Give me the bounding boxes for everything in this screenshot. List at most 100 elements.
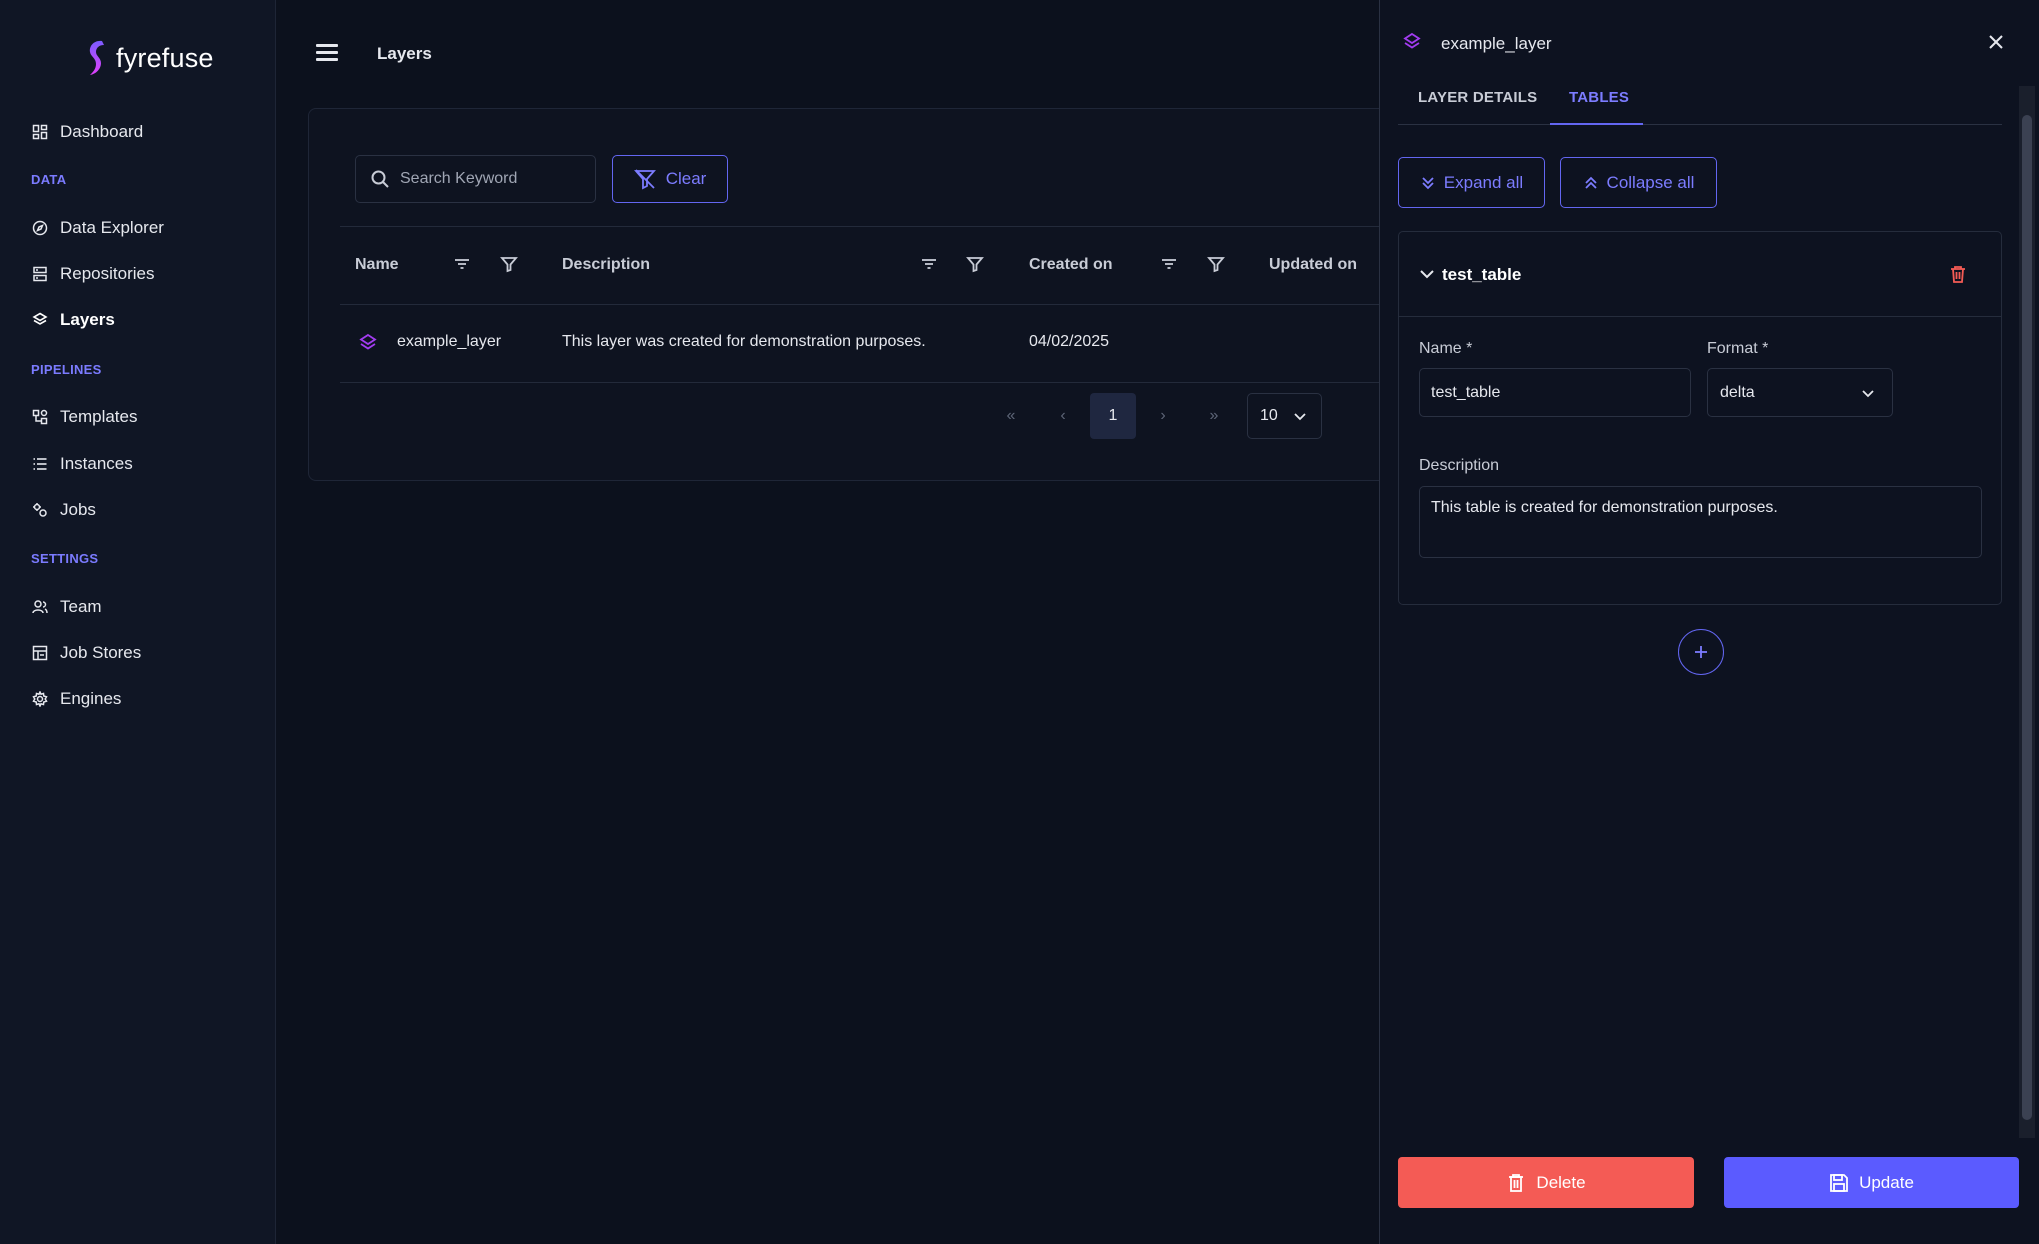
format-field-label: Format * [1707, 340, 1769, 357]
prev-page-button[interactable]: ‹ [1040, 393, 1086, 439]
clear-label: Clear [665, 169, 707, 188]
tab-layer-details[interactable]: LAYER DETAILS [1418, 89, 1537, 106]
expand-all-button[interactable]: Expand all [1398, 157, 1545, 208]
filter-clear-icon [633, 169, 656, 190]
sidebar-item-label: Repositories [60, 264, 155, 283]
add-table-button[interactable] [1678, 629, 1724, 675]
fyrefuse-logo-icon [89, 40, 104, 75]
store-icon [32, 645, 48, 661]
sidebar-item-label: Data Explorer [60, 218, 164, 237]
delete-label: Delete [1536, 1172, 1586, 1192]
collapse-all-button[interactable]: Collapse all [1560, 157, 1717, 208]
sort-icon[interactable] [1160, 255, 1178, 273]
column-header-description[interactable]: Description [562, 256, 650, 274]
next-page-button[interactable]: › [1140, 393, 1186, 439]
divider [340, 304, 1408, 305]
table-item-title: test_table [1442, 265, 1522, 284]
tab-tables[interactable]: TABLES [1569, 89, 1629, 106]
sidebar-item-job-stores[interactable]: Job Stores [32, 643, 141, 663]
database-icon [33, 266, 47, 282]
sidebar-section-pipelines: PIPELINES [31, 362, 102, 377]
trash-icon[interactable] [1948, 264, 1968, 284]
update-button[interactable]: Update [1724, 1157, 2019, 1208]
sidebar-section-settings: SETTINGS [31, 551, 99, 566]
divider [340, 382, 1408, 383]
filter-icon[interactable] [500, 255, 518, 273]
app-name: fyrefuse [116, 42, 214, 73]
delete-button[interactable]: Delete [1398, 1157, 1694, 1208]
layers-icon [32, 312, 48, 325]
sidebar-item-label: Jobs [60, 500, 96, 519]
sidebar: fyrefuse Dashboard DATA Data Explorer Re… [0, 0, 276, 1244]
sidebar-item-label: Team [60, 597, 102, 616]
sidebar-item-dashboard[interactable]: Dashboard [32, 122, 143, 142]
format-select[interactable]: delta [1707, 368, 1893, 417]
table-cell-created-on: 04/02/2025 [1029, 333, 1110, 350]
dashboard-icon [32, 124, 48, 140]
trash-icon [1509, 1173, 1524, 1192]
clear-filters-button[interactable]: Clear [612, 155, 728, 203]
sidebar-item-label: Templates [60, 407, 138, 426]
list-icon [33, 458, 47, 470]
scrollbar-thumb[interactable] [2022, 115, 2032, 1120]
table-name-input[interactable] [1419, 368, 1691, 417]
hamburger-line [316, 58, 338, 61]
divider [1398, 124, 2002, 125]
search-field[interactable] [355, 155, 596, 203]
close-icon[interactable] [1986, 32, 2006, 52]
sidebar-item-layers[interactable]: Layers [32, 310, 115, 330]
sidebar-section-data: DATA [31, 172, 67, 187]
page-size-select[interactable]: 10 [1247, 393, 1322, 439]
drawer-title: example_layer [1441, 34, 1552, 53]
sidebar-item-label: Layers [60, 310, 115, 329]
compass-icon [32, 220, 48, 236]
gears-icon [33, 503, 47, 517]
chevrons-down-icon [1422, 176, 1434, 189]
name-field-label: Name * [1419, 340, 1473, 357]
update-label: Update [1859, 1172, 1914, 1192]
sidebar-item-jobs[interactable]: Jobs [32, 500, 96, 520]
chevrons-up-icon [1584, 176, 1597, 189]
active-tab-indicator [1550, 123, 1643, 125]
sidebar-item-data-explorer[interactable]: Data Explorer [32, 218, 164, 238]
collapse-all-label: Collapse all [1606, 172, 1695, 192]
sidebar-item-team[interactable]: Team [32, 597, 102, 617]
page-title: Layers [377, 44, 432, 63]
plus-icon [1695, 646, 1707, 658]
sidebar-item-engines[interactable]: Engines [32, 689, 121, 709]
description-field-label: Description [1419, 457, 1500, 474]
hamburger-line [316, 44, 338, 47]
sort-icon[interactable] [920, 255, 938, 273]
team-icon [32, 600, 48, 614]
menu-toggle-button[interactable] [316, 44, 338, 62]
expand-all-label: Expand all [1443, 172, 1524, 192]
sidebar-item-repositories[interactable]: Repositories [32, 264, 155, 284]
sidebar-item-instances[interactable]: Instances [32, 454, 133, 474]
filter-icon[interactable] [1207, 255, 1225, 273]
last-page-button[interactable]: » [1191, 393, 1237, 439]
table-description-textarea[interactable]: This table is created for demonstration … [1419, 486, 1982, 558]
sidebar-item-label: Instances [60, 454, 133, 473]
layer-icon [1403, 32, 1421, 49]
logo[interactable]: fyrefuse [84, 38, 214, 78]
column-header-name[interactable]: Name [355, 256, 399, 274]
sidebar-item-templates[interactable]: Templates [32, 407, 137, 427]
page-button[interactable]: 1 [1090, 393, 1136, 439]
templates-icon [32, 409, 48, 425]
chevron-down-icon[interactable] [1419, 266, 1435, 282]
chevron-down-icon [1294, 413, 1306, 421]
chevron-down-icon [1862, 389, 1874, 397]
filter-icon[interactable] [966, 255, 984, 273]
column-header-updated-on[interactable]: Updated on [1269, 256, 1357, 274]
layer-icon [359, 333, 377, 350]
first-page-button[interactable]: « [988, 393, 1034, 439]
sidebar-item-label: Engines [60, 689, 122, 708]
column-header-created-on[interactable]: Created on [1029, 256, 1113, 274]
sort-icon[interactable] [453, 255, 471, 273]
search-input[interactable] [400, 170, 580, 188]
format-value: delta [1720, 383, 1755, 401]
gear-icon [32, 691, 48, 707]
table-cell-description: This layer was created for demonstration… [562, 333, 926, 350]
hamburger-line [316, 51, 338, 54]
table-cell-name[interactable]: example_layer [397, 333, 501, 351]
